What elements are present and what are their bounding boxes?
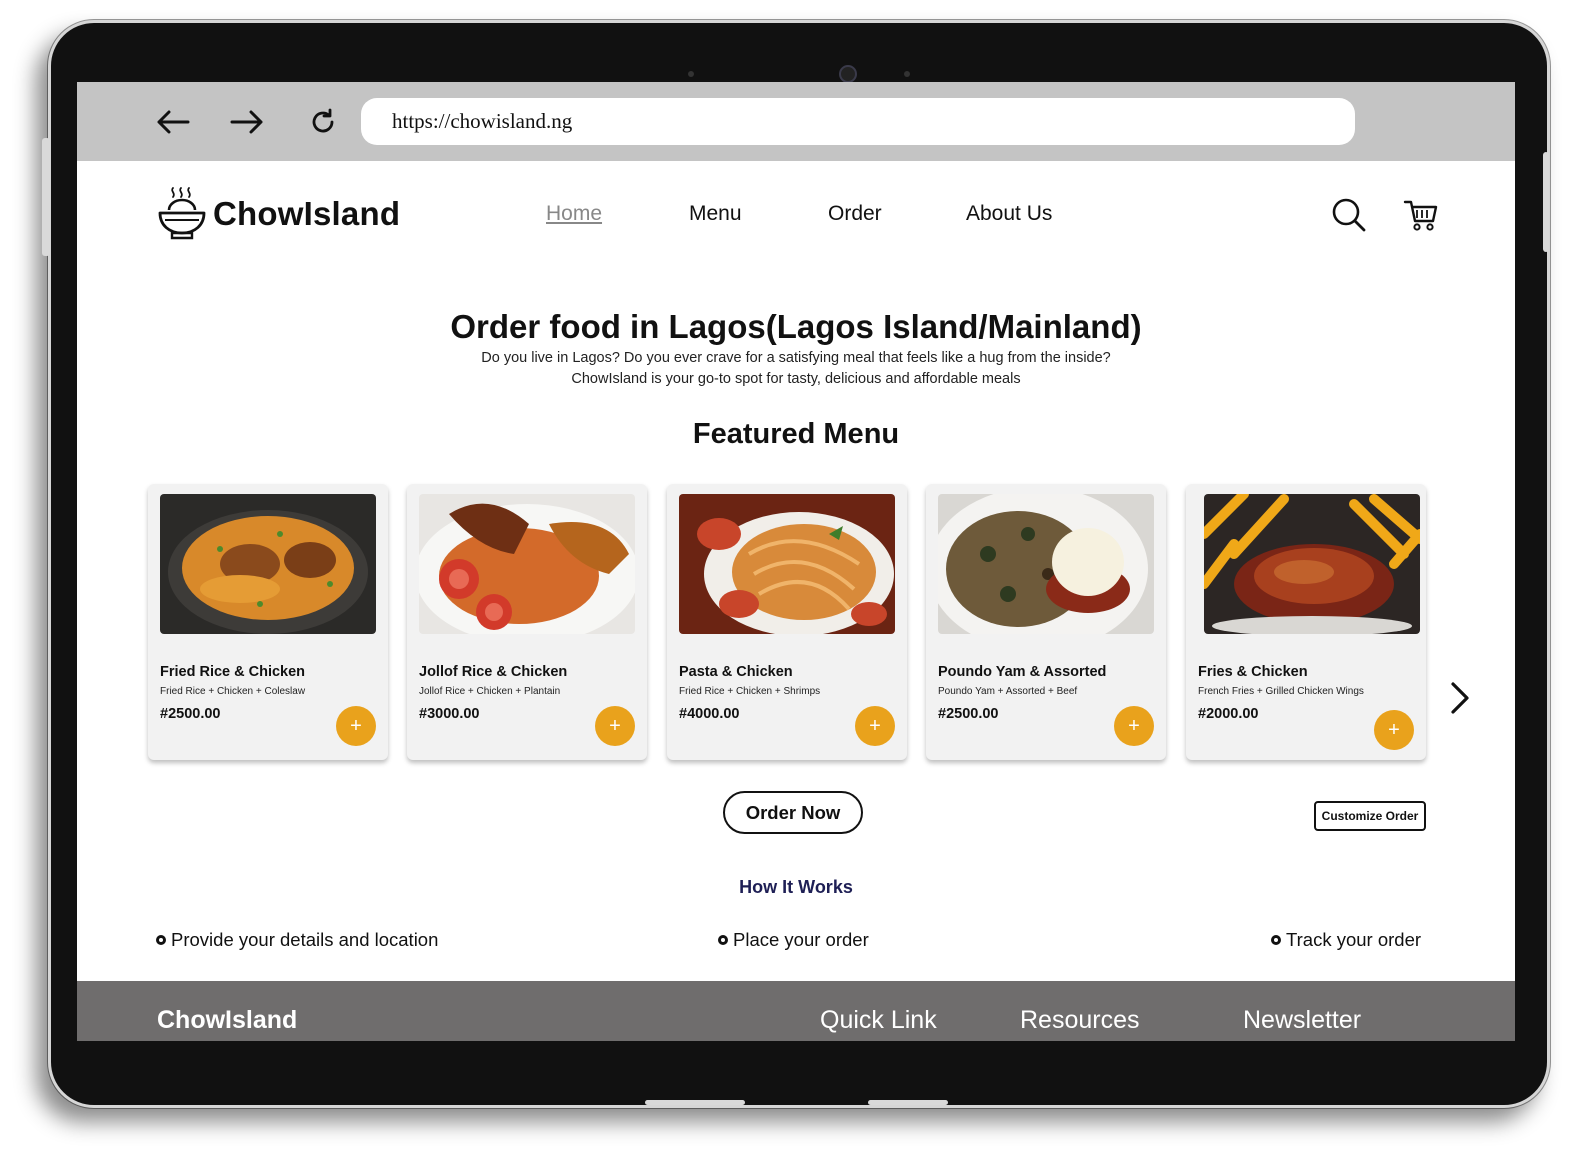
- menu-item-price: #2500.00: [938, 706, 999, 722]
- add-to-cart-button[interactable]: +: [595, 706, 635, 746]
- camera-icon: [839, 65, 857, 83]
- menu-item-name: Fries & Chicken: [1198, 664, 1308, 680]
- footer-quick-link[interactable]: Quick Link: [820, 1006, 937, 1035]
- hero-title: Order food in Lagos(Lagos Island/Mainlan…: [450, 308, 1142, 345]
- how-step-label: Provide your details and location: [171, 929, 439, 950]
- menu-item-price: #2500.00: [160, 706, 221, 722]
- bullet-icon: [1271, 935, 1281, 945]
- menu-item-desc: Jollof Rice + Chicken + Plantain: [419, 686, 561, 697]
- nav-menu[interactable]: Menu: [689, 202, 742, 226]
- footer-resources[interactable]: Resources: [1020, 1006, 1140, 1035]
- search-icon[interactable]: [1330, 196, 1368, 234]
- reload-icon[interactable]: [303, 104, 343, 140]
- sensor-dot: [904, 71, 910, 77]
- menu-item-price: #3000.00: [419, 706, 480, 722]
- menu-item-desc: Fried Rice + Chicken + Coleslaw: [160, 686, 306, 697]
- menu-item-desc: Fried Rice + Chicken + Shrimps: [679, 686, 821, 697]
- how-step: Track your order: [1271, 929, 1421, 951]
- how-it-works-title: How It Works: [739, 877, 853, 897]
- nav-home[interactable]: Home: [546, 202, 602, 226]
- cart-icon[interactable]: [1402, 196, 1440, 234]
- menu-item-name: Poundo Yam & Assorted: [938, 664, 1107, 680]
- footer: ChowIsland Quick Link Resources Newslett…: [77, 981, 1515, 1041]
- url-text: https://chowisland.ng: [392, 109, 573, 133]
- nav-about-us[interactable]: About Us: [966, 202, 1052, 226]
- chevron-right-icon[interactable]: [1445, 678, 1475, 718]
- url-bar[interactable]: https://chowisland.ng: [361, 98, 1355, 145]
- add-to-cart-button[interactable]: +: [336, 706, 376, 746]
- menu-item-desc: Poundo Yam + Assorted + Beef: [938, 686, 1078, 697]
- featured-menu-title: Featured Menu: [692, 418, 900, 450]
- brand-name: ChowIsland: [213, 195, 401, 232]
- nav-order[interactable]: Order: [828, 202, 882, 226]
- order-now-button[interactable]: Order Now: [723, 791, 863, 834]
- menu-item-name: Fried Rice & Chicken: [160, 664, 306, 680]
- bullet-icon: [718, 935, 728, 945]
- pasta-image: [679, 494, 895, 634]
- menu-card[interactable]: Pasta & Chicken Fried Rice + Chicken + S…: [667, 484, 907, 760]
- back-arrow-icon[interactable]: [153, 104, 193, 140]
- how-step-label: Track your order: [1286, 929, 1422, 950]
- how-step: Place your order: [718, 929, 869, 951]
- fries-chicken-image: [1204, 494, 1420, 634]
- add-to-cart-button[interactable]: +: [855, 706, 895, 746]
- menu-item-desc: French Fries + Grilled Chicken Wings: [1198, 686, 1364, 697]
- sensor-dot: [688, 71, 694, 77]
- steaming-bowl-icon: [158, 187, 206, 240]
- browser-toolbar: https://chowisland.ng: [77, 82, 1515, 161]
- menu-card[interactable]: Jollof Rice & Chicken Jollof Rice + Chic…: [407, 484, 647, 760]
- brand-logo[interactable]: ChowIsland: [157, 186, 400, 242]
- forward-arrow-icon[interactable]: [227, 104, 267, 140]
- customize-order-button[interactable]: Customize Order: [1314, 801, 1426, 831]
- browser-screen: https://chowisland.ng ChowIsland Home Me…: [77, 82, 1515, 1041]
- menu-card[interactable]: Fries & Chicken French Fries + Grilled C…: [1186, 484, 1426, 760]
- menu-item-price: #2000.00: [1198, 706, 1259, 722]
- menu-card[interactable]: Poundo Yam & Assorted Poundo Yam + Assor…: [926, 484, 1166, 760]
- tablet-bottom-button: [868, 1100, 948, 1105]
- how-step-label: Place your order: [733, 929, 869, 950]
- fried-rice-image: [160, 494, 376, 634]
- hero-subtitle: ChowIsland is your go-to spot for tasty,…: [571, 371, 1021, 387]
- add-to-cart-button[interactable]: +: [1114, 706, 1154, 746]
- menu-item-name: Pasta & Chicken: [679, 664, 793, 680]
- hero-subtitle: Do you live in Lagos? Do you ever crave …: [481, 350, 1111, 366]
- menu-item-name: Jollof Rice & Chicken: [419, 664, 568, 680]
- tablet-bottom-button: [645, 1100, 745, 1105]
- tablet-side-button: [1543, 152, 1549, 252]
- add-to-cart-button[interactable]: +: [1374, 710, 1414, 750]
- menu-item-price: #4000.00: [679, 706, 740, 722]
- jollof-rice-image: [419, 494, 635, 634]
- poundo-yam-image: [938, 494, 1154, 634]
- menu-card[interactable]: Fried Rice & Chicken Fried Rice + Chicke…: [148, 484, 388, 760]
- footer-brand: ChowIsland: [157, 1006, 298, 1034]
- how-step: Provide your details and location: [156, 929, 438, 951]
- footer-newsletter[interactable]: Newsletter: [1243, 1006, 1361, 1035]
- tablet-side-button: [42, 138, 50, 256]
- bullet-icon: [156, 935, 166, 945]
